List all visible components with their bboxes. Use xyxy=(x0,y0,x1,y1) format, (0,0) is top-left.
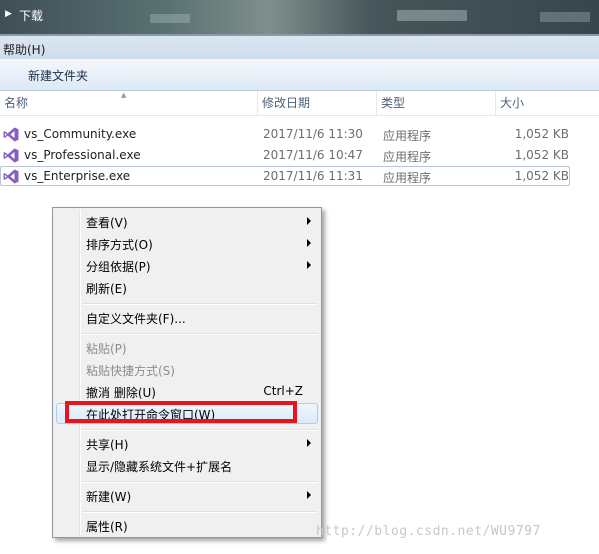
file-modified: 2017/11/6 11:31 xyxy=(263,169,363,183)
breadcrumb-arrow-icon[interactable]: ▶ xyxy=(5,9,12,19)
file-type: 应用程序 xyxy=(383,129,432,143)
menu-separator xyxy=(82,429,317,431)
file-modified: 2017/11/6 11:30 xyxy=(263,127,363,141)
column-header: ▲ 名称 修改日期 类型 大小 xyxy=(0,91,599,116)
highlight-annotation-box xyxy=(65,401,297,423)
file-row[interactable]: vs_Professional.exe 2017/11/6 10:47 应用程序… xyxy=(0,145,599,166)
menu-item-share[interactable]: 共享(H) xyxy=(55,433,319,455)
submenu-arrow-icon xyxy=(307,261,311,269)
submenu-arrow-icon xyxy=(307,239,311,247)
menu-separator xyxy=(82,481,317,483)
menu-item-show-hide-system-files[interactable]: 显示/隐藏系统文件+扩展名 xyxy=(55,455,319,477)
file-name: vs_Professional.exe xyxy=(24,148,141,162)
file-name: vs_Enterprise.exe xyxy=(24,169,131,183)
file-size: 1,052 KB xyxy=(514,169,569,183)
menu-item-undo-delete[interactable]: 撤消 删除(U) Ctrl+Z xyxy=(55,381,319,403)
menu-item-properties[interactable]: 属性(R) xyxy=(55,515,319,537)
menu-item-customize-folder[interactable]: 自定义文件夹(F)... xyxy=(55,307,319,329)
file-row-selected[interactable]: vs_Enterprise.exe 2017/11/6 11:31 应用程序 1… xyxy=(0,166,599,187)
command-bar: 新建文件夹 xyxy=(0,59,599,91)
column-modified[interactable]: 修改日期 xyxy=(258,91,376,115)
menu-separator xyxy=(82,511,317,513)
menu-help[interactable]: 帮助(H) xyxy=(3,41,45,58)
menu-bar: 帮助(H) xyxy=(0,34,599,59)
file-size: 1,052 KB xyxy=(514,148,569,162)
visual-studio-icon xyxy=(3,127,19,142)
watermark-text: http://blog.csdn.net/WU9797 xyxy=(316,524,541,539)
shortcut-label: Ctrl+Z xyxy=(263,384,303,398)
submenu-arrow-icon xyxy=(307,439,311,447)
menu-item-refresh[interactable]: 刷新(E) xyxy=(55,277,319,299)
menu-separator xyxy=(82,303,317,305)
menu-item-new[interactable]: 新建(W) xyxy=(55,485,319,507)
file-modified: 2017/11/6 10:47 xyxy=(263,148,363,162)
file-type: 应用程序 xyxy=(383,171,432,185)
visual-studio-icon xyxy=(3,148,19,163)
new-folder-button[interactable]: 新建文件夹 xyxy=(28,67,88,84)
submenu-arrow-icon xyxy=(307,217,311,225)
column-size[interactable]: 大小 xyxy=(496,91,596,115)
file-name: vs_Community.exe xyxy=(24,127,137,141)
file-size: 1,052 KB xyxy=(514,127,569,141)
file-row[interactable]: vs_Community.exe 2017/11/6 11:30 应用程序 1,… xyxy=(0,124,599,145)
file-type: 应用程序 xyxy=(383,150,432,164)
menu-item-view[interactable]: 查看(V) xyxy=(55,211,319,233)
visual-studio-icon xyxy=(3,169,19,184)
context-menu: 查看(V) 排序方式(O) 分组依据(P) 刷新(E) 自定义文件夹(F)...… xyxy=(52,207,322,538)
window-title-bar: ▶ 下载 xyxy=(0,0,599,34)
submenu-arrow-icon xyxy=(307,491,311,499)
menu-item-paste-shortcut[interactable]: 粘贴快捷方式(S) xyxy=(55,359,319,381)
window-title: 下载 xyxy=(19,9,44,23)
column-name[interactable]: 名称 xyxy=(0,91,257,115)
menu-item-paste[interactable]: 粘贴(P) xyxy=(55,337,319,359)
menu-item-sort-by[interactable]: 排序方式(O) xyxy=(55,233,319,255)
column-type[interactable]: 类型 xyxy=(377,91,495,115)
menu-item-group-by[interactable]: 分组依据(P) xyxy=(55,255,319,277)
menu-separator xyxy=(82,333,317,335)
